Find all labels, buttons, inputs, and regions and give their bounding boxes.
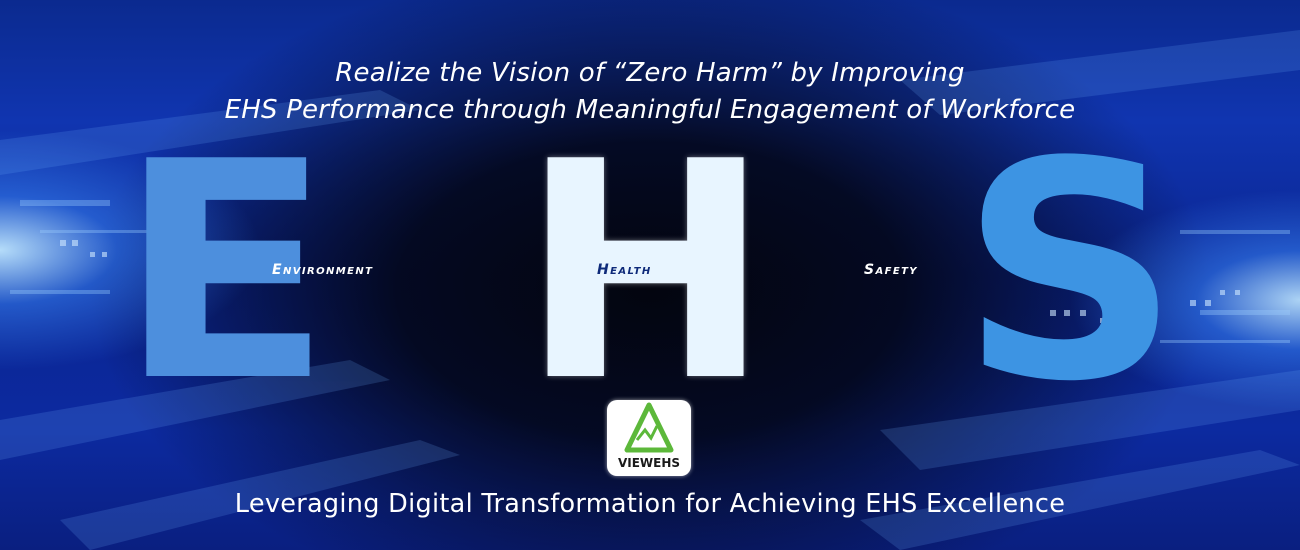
viewehs-logo: VIEWEHS <box>607 400 691 476</box>
bottom-slogan: Leveraging Digital Transformation for Ac… <box>234 489 1066 519</box>
label-environment: Environment <box>272 262 374 278</box>
ehs-banner: Realize the Vision of “Zero Harm” by Imp… <box>0 0 1300 550</box>
mountain-magnifier-icon <box>624 402 674 453</box>
label-health: Health <box>597 262 652 278</box>
label-safety: Safety <box>864 262 918 278</box>
letter-s: S <box>959 98 1181 447</box>
tagline-line-1: Realize the Vision of “Zero Harm” by Imp… <box>335 58 965 88</box>
logo-wordmark: VIEWEHS <box>617 456 681 470</box>
